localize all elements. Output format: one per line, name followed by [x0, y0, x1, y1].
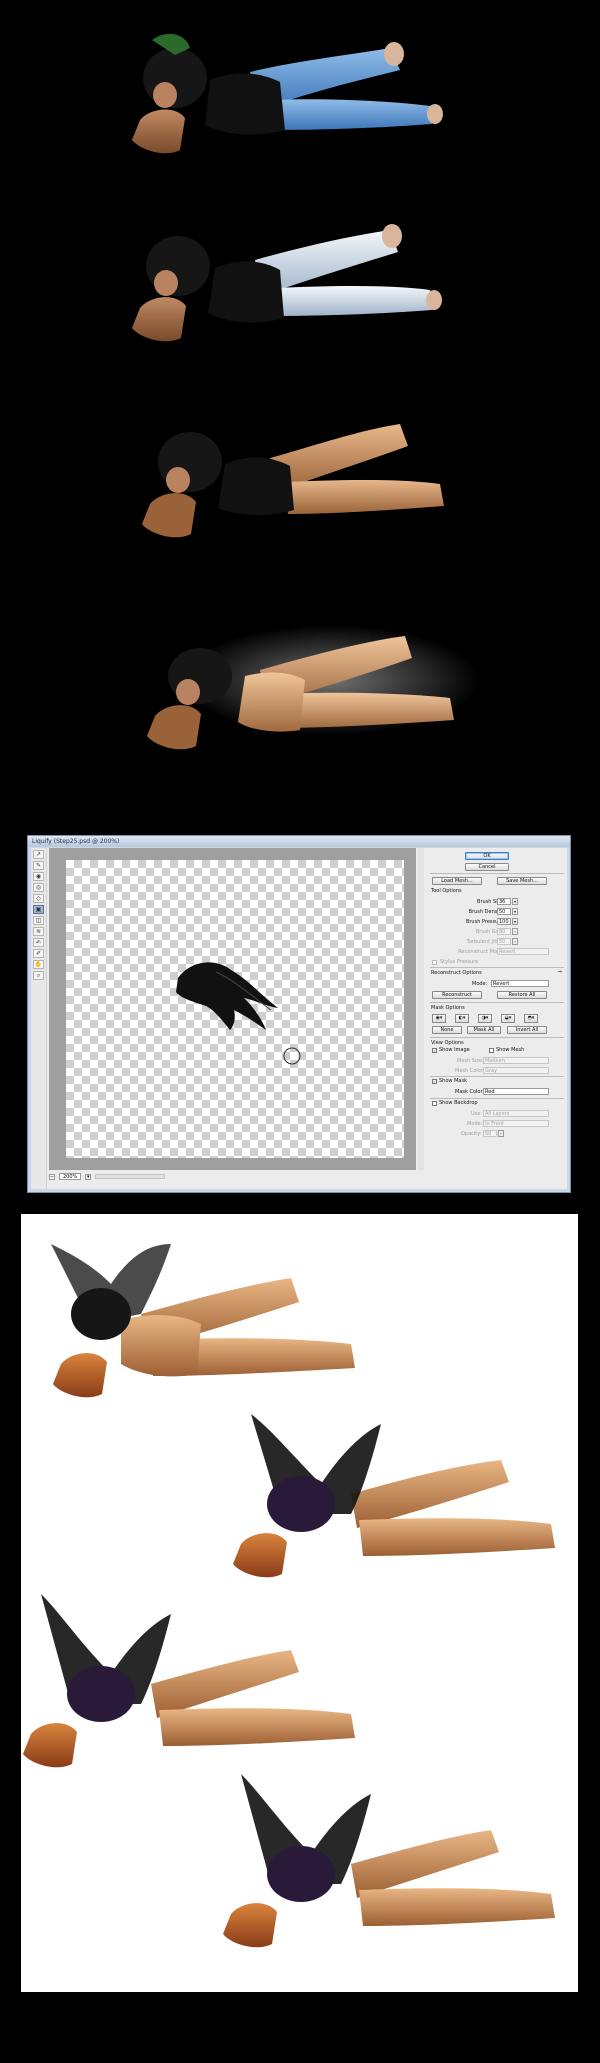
zoom-tool-icon[interactable]: ⌕ [33, 971, 44, 980]
backdrop-mode-select[interactable]: In Front [483, 1120, 549, 1127]
pucker-tool-icon[interactable]: ◎ [33, 883, 44, 892]
backdrop-mode-label: Mode: [467, 1121, 483, 1127]
stylus-pressure-label: Stylus Pressure [440, 959, 479, 965]
final-composite-image [21, 1214, 578, 1992]
brush-density-field[interactable]: 50 [497, 908, 511, 915]
mask-invert-icon[interactable]: ◓▾ [524, 1014, 538, 1023]
vertical-scrollbar[interactable] [418, 848, 424, 1170]
mask-color-select[interactable]: Red [483, 1088, 549, 1095]
backdrop-use-label: Use: [471, 1111, 483, 1117]
mask-intersect-icon[interactable]: ◒▾ [501, 1014, 515, 1023]
mask-color-label: Mask Color: [455, 1089, 485, 1095]
composite-figure-3 [23, 1594, 355, 1768]
preview-area[interactable] [49, 848, 416, 1170]
stylus-pressure-checkbox[interactable] [432, 960, 437, 965]
backdrop-opacity-dropdown[interactable]: ▾ [498, 1130, 504, 1137]
show-mesh-checkbox[interactable] [489, 1048, 494, 1053]
freeze-mask-tool-icon[interactable]: ✍ [33, 938, 44, 947]
reconstruct-mode-select[interactable]: Revert [497, 948, 549, 955]
brush-rate-dropdown[interactable]: ▾ [512, 928, 518, 935]
zoom-out-button[interactable]: − [49, 1173, 55, 1180]
ok-button[interactable]: OK [465, 852, 509, 860]
photo-step-glow [0, 580, 600, 790]
forward-warp-tool-icon[interactable]: ↗ [33, 850, 44, 859]
transparent-canvas[interactable] [66, 860, 404, 1158]
mesh-size-label: Mesh Size: [457, 1058, 484, 1064]
brush-density-dropdown[interactable]: ▾ [512, 908, 518, 915]
save-mesh-button[interactable]: Save Mesh... [497, 877, 547, 885]
restore-all-button[interactable]: Restore All [497, 991, 547, 999]
divider [430, 967, 564, 968]
brush-rate-field[interactable]: 80 [497, 928, 511, 935]
liquify-toolbar: ↗ ✎ ◉ ◎ ◇ ▣ ◫ ≋ ✍ ✐ ✋ ⌕ [31, 848, 47, 1189]
panel-collapse-icon[interactable]: ⇒ [558, 969, 562, 975]
mask-add-icon[interactable]: ◐▾ [455, 1014, 469, 1023]
reconstruct-tool-icon[interactable]: ✎ [33, 861, 44, 870]
brush-size-field[interactable]: 36 [497, 898, 511, 905]
show-image-checkbox[interactable]: ✓ [432, 1048, 437, 1053]
photo-step-skin-legs [0, 380, 600, 580]
brush-size-dropdown[interactable]: ▾ [512, 898, 518, 905]
reconstruct-button[interactable]: Reconstruct [432, 991, 482, 999]
composite-figure-1 [51, 1244, 355, 1398]
backdrop-opacity-field[interactable]: 50 [483, 1130, 497, 1137]
show-backdrop-label: Show Backdrop [439, 1100, 478, 1106]
horizontal-scrollbar[interactable] [95, 1174, 166, 1179]
mesh-size-select[interactable]: Medium [483, 1057, 549, 1064]
dialog-title: Liquify (Step25.psd @ 200%) [28, 836, 570, 847]
tool-options-heading: Tool Options [431, 888, 462, 894]
thaw-mask-tool-icon[interactable]: ✐ [33, 949, 44, 958]
cancel-button[interactable]: Cancel [465, 863, 509, 871]
brush-pressure-dropdown[interactable]: ▾ [512, 918, 518, 925]
mask-all-button[interactable]: Mask All [467, 1026, 501, 1034]
mask-subtract-icon[interactable]: ◑▾ [478, 1014, 492, 1023]
divider [430, 1076, 564, 1077]
show-mask-checkbox[interactable]: ✓ [432, 1079, 437, 1084]
bloat-tool-icon[interactable]: ◇ [33, 894, 44, 903]
mask-none-button[interactable]: None [432, 1026, 462, 1034]
turbulent-jitter-dropdown[interactable]: ▾ [512, 938, 518, 945]
load-mesh-button[interactable]: Load Mesh... [432, 877, 482, 885]
mesh-color-label: Mesh Color: [455, 1068, 485, 1074]
backdrop-use-select[interactable]: All Layers [483, 1110, 549, 1117]
show-mask-label: Show Mask [439, 1078, 467, 1084]
hair-layer-preview [176, 962, 301, 1065]
mirror-tool-icon[interactable]: ◫ [33, 916, 44, 925]
reconstruct-mode-label: Mode: [472, 981, 488, 987]
divider [430, 1037, 564, 1038]
push-left-tool-icon[interactable]: ▣ [33, 905, 44, 914]
mask-replace-icon[interactable]: ◉▾ [432, 1014, 446, 1023]
dialog-body: ↗ ✎ ◉ ◎ ◇ ▣ ◫ ≋ ✍ ✐ ✋ ⌕ − 200% ▾ OK Canc… [31, 848, 567, 1189]
divider [430, 873, 564, 874]
show-backdrop-checkbox[interactable] [432, 1101, 437, 1106]
reconstruct-mode-select-active[interactable]: Revert [491, 980, 549, 987]
options-panel: OK Cancel Load Mesh... Save Mesh... Tool… [427, 848, 567, 1189]
brush-pressure-field[interactable]: 100 [497, 918, 511, 925]
show-image-label: Show Image [439, 1047, 470, 1053]
status-bar: − 200% ▾ [49, 1172, 419, 1181]
zoom-level-field[interactable]: 200% [59, 1173, 82, 1180]
composite-figure-2 [233, 1414, 555, 1578]
invert-all-button[interactable]: Invert All [507, 1026, 547, 1034]
turbulence-tool-icon[interactable]: ≋ [33, 927, 44, 936]
reconstruct-options-heading: Reconstruct Options [431, 970, 482, 976]
liquify-dialog: Liquify (Step25.psd @ 200%) ↗ ✎ ◉ ◎ ◇ ▣ … [27, 835, 571, 1193]
twirl-tool-icon[interactable]: ◉ [33, 872, 44, 881]
photo-step-jeans [0, 0, 600, 180]
mask-options-heading: Mask Options [431, 1005, 465, 1011]
turbulent-jitter-field[interactable]: 50 [497, 938, 511, 945]
divider [430, 1002, 564, 1003]
divider [430, 1098, 564, 1099]
photo-step-bleached [0, 180, 600, 380]
zoom-menu-button[interactable]: ▾ [85, 1173, 92, 1180]
backdrop-opacity-label: Opacity: [461, 1131, 482, 1137]
composite-figure-4 [223, 1774, 555, 1948]
mesh-color-select[interactable]: Gray [483, 1067, 549, 1074]
view-options-heading: View Options [431, 1040, 464, 1046]
hand-tool-icon[interactable]: ✋ [33, 960, 44, 969]
show-mesh-label: Show Mesh [496, 1047, 525, 1053]
